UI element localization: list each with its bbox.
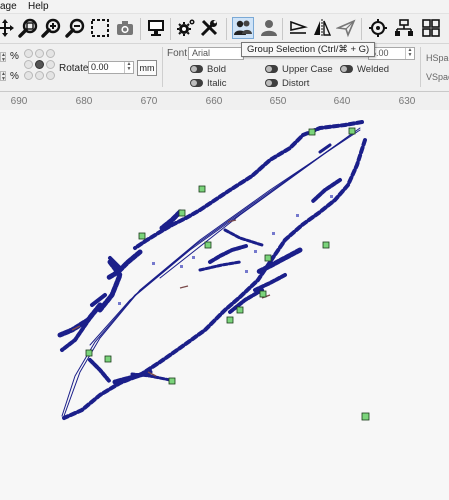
italic-label: Italic — [207, 78, 227, 89]
ruler-tick-label: 650 — [269, 96, 287, 107]
anchor-top[interactable] — [35, 49, 44, 58]
mirror-button[interactable] — [311, 17, 333, 39]
units-button[interactable]: mm — [137, 60, 157, 76]
send-icon — [336, 19, 356, 38]
frame-select-button[interactable] — [89, 17, 111, 39]
hspace-label: HSpac — [426, 53, 449, 63]
settings-button[interactable] — [175, 17, 197, 39]
menu-item-help[interactable]: Help — [28, 1, 49, 12]
ungroup-button[interactable] — [258, 17, 280, 39]
bold-toggle[interactable] — [190, 65, 203, 73]
monitor-button[interactable] — [145, 17, 167, 39]
path-node[interactable] — [198, 185, 206, 193]
monitor-icon — [148, 20, 164, 36]
grid-icon — [422, 19, 440, 37]
design-canvas[interactable] — [0, 110, 449, 500]
path-node[interactable] — [104, 355, 112, 363]
toolbar — [0, 14, 449, 44]
path-node[interactable] — [308, 128, 316, 136]
distribute-button[interactable] — [393, 17, 415, 39]
path-node[interactable] — [236, 306, 244, 314]
horizontal-ruler: 690 680 670 660 650 640 630 — [0, 92, 449, 110]
distort-toggle[interactable] — [265, 79, 278, 87]
align-icon — [290, 20, 308, 34]
camera-icon — [117, 21, 133, 35]
path-node[interactable] — [178, 209, 186, 217]
path-node[interactable] — [204, 241, 212, 249]
welded-toggle[interactable] — [340, 65, 353, 73]
path-node[interactable] — [85, 349, 93, 357]
ruler-tick-label: 680 — [75, 96, 93, 107]
anchor-bottom-left[interactable] — [24, 71, 33, 80]
tools-icon — [200, 19, 218, 37]
user-icon — [261, 20, 277, 36]
zoom-out-icon — [65, 18, 85, 38]
ruler-tick-label: 670 — [140, 96, 158, 107]
rotate-value: 0.00 — [91, 62, 109, 72]
anchor-right[interactable] — [46, 60, 55, 69]
zoom-in-icon — [41, 18, 61, 38]
anchor-bottom-right[interactable] — [46, 71, 55, 80]
font-select[interactable]: Arial — [188, 47, 244, 60]
menu-bar: age Help — [0, 0, 449, 14]
upper-case-label: Upper Case — [282, 64, 333, 75]
camera-button[interactable] — [114, 17, 136, 39]
path-node[interactable] — [322, 241, 330, 249]
scale-y-stepper[interactable]: ▲ ▼ — [0, 71, 6, 82]
scale-x-percent: % — [10, 51, 19, 62]
settings-icon — [177, 19, 195, 36]
path-node[interactable] — [361, 412, 370, 421]
path-node[interactable] — [138, 232, 146, 240]
rotate-label: Rotate — [59, 63, 89, 74]
italic-toggle[interactable] — [190, 79, 203, 87]
menu-item-page[interactable]: age — [0, 1, 17, 12]
scale-y-percent: % — [10, 71, 19, 82]
ruler-tick-label: 690 — [10, 96, 28, 107]
group-selection-icon — [234, 20, 252, 35]
distribute-icon — [395, 19, 413, 36]
distort-label: Distort — [282, 78, 310, 89]
properties-panel: ▲ ▼ % ▲ ▼ % Rotate 0.00 ▲ ▼ mm Font Arial 5… — [0, 44, 449, 92]
tools-button[interactable] — [198, 17, 220, 39]
grid-button[interactable] — [420, 17, 442, 39]
anchor-point-selector[interactable] — [24, 49, 56, 83]
font-size-stepper[interactable]: ▲ ▼ — [405, 48, 414, 59]
anchor-top-right[interactable] — [46, 49, 55, 58]
target-button[interactable] — [367, 17, 389, 39]
font-label: Font — [167, 48, 188, 59]
send-button[interactable] — [335, 17, 357, 39]
path-node[interactable] — [264, 254, 272, 262]
bold-label: Bold — [207, 64, 227, 75]
upper-case-toggle[interactable] — [265, 65, 278, 73]
path-node[interactable] — [348, 127, 356, 135]
move-button[interactable] — [0, 17, 16, 39]
welded-label: Welded — [357, 64, 390, 75]
scale-x-stepper[interactable]: ▲ ▼ — [0, 52, 6, 63]
target-icon — [369, 19, 387, 37]
ruler-tick-label: 640 — [333, 96, 351, 107]
path-node[interactable] — [259, 290, 267, 298]
ruler-tick-label: 630 — [398, 96, 416, 107]
rotate-input[interactable]: 0.00 ▲ ▼ — [88, 61, 134, 74]
anchor-top-left[interactable] — [24, 49, 33, 58]
move-icon — [0, 19, 14, 37]
align-button[interactable] — [287, 17, 309, 39]
rotate-stepper[interactable]: ▲ ▼ — [124, 62, 133, 73]
ruler-tick-label: 660 — [205, 96, 223, 107]
path-node[interactable] — [168, 377, 176, 385]
feather-drawing[interactable] — [0, 110, 449, 500]
zoom-in-button[interactable] — [40, 17, 62, 39]
zoom-out-button[interactable] — [64, 17, 86, 39]
zoom-fit-button[interactable] — [17, 17, 39, 39]
anchor-left[interactable] — [24, 60, 33, 69]
zoom-fit-icon — [18, 18, 38, 38]
group-selection-button[interactable] — [232, 17, 254, 39]
mirror-icon — [314, 19, 332, 37]
vspace-label: VSpac — [426, 72, 449, 82]
anchor-center[interactable] — [35, 60, 44, 69]
anchor-bottom[interactable] — [35, 71, 44, 80]
path-node[interactable] — [226, 316, 234, 324]
frame-select-icon — [91, 19, 109, 37]
group-selection-tooltip: Group Selection (Ctrl/⌘ + G) — [241, 42, 376, 57]
